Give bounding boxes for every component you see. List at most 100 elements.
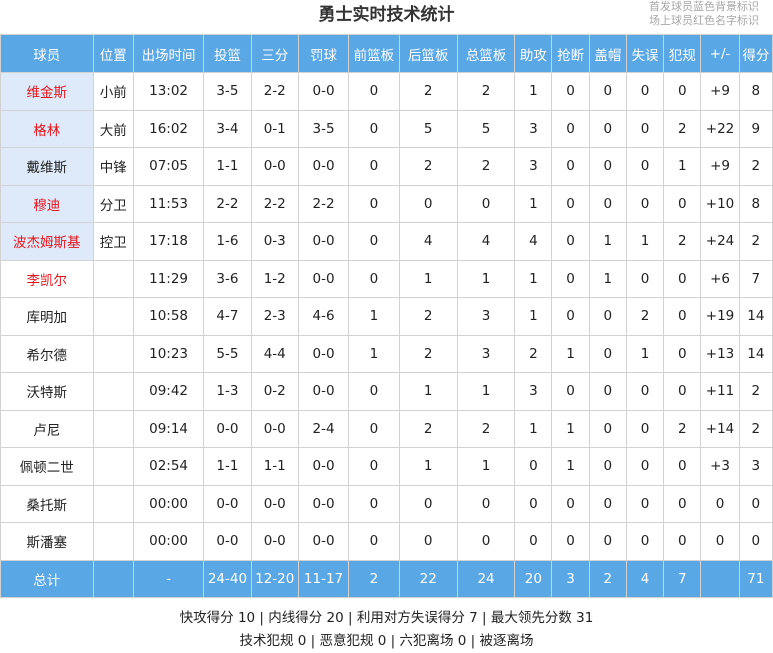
- stat-pos: 控卫: [92, 222, 134, 261]
- totals-fg: 24-40: [203, 559, 252, 598]
- legend: 首发球员蓝色背景标识 场上球员红色名字标识: [649, 0, 759, 28]
- stat-blk: 0: [588, 109, 627, 148]
- stat-fg: 3-5: [203, 72, 252, 111]
- stat-pf: 0: [663, 297, 702, 336]
- totals-min: -: [132, 559, 205, 598]
- player-name[interactable]: 格林: [0, 109, 94, 148]
- stat-pos: [92, 372, 134, 411]
- stat-min: 10:58: [132, 297, 205, 336]
- stat-pos: [92, 259, 134, 298]
- stat-dreb: 2: [398, 72, 458, 111]
- title-bar: 勇士实时技术统计 首发球员蓝色背景标识 场上球员红色名字标识: [0, 0, 773, 34]
- stat-fg: 0-0: [203, 484, 252, 523]
- stat-min: 10:23: [132, 334, 205, 373]
- stat-pts: 7: [738, 259, 773, 298]
- stat-min: 07:05: [132, 147, 205, 186]
- stat-fg: 1-6: [203, 222, 252, 261]
- stat-stl: 0: [551, 222, 590, 261]
- stat-tov: 0: [625, 184, 665, 223]
- stat-tov: 0: [625, 447, 665, 486]
- totals-row: 总计 - 24-40 12-20 11-17 2 22 24 20 3 2 4 …: [0, 559, 773, 598]
- player-name[interactable]: 斯潘塞: [0, 522, 94, 561]
- stat-fg: 3-4: [203, 109, 252, 148]
- stat-ast: 3: [514, 109, 553, 148]
- stat-pf: 0: [663, 447, 702, 486]
- player-name[interactable]: 希尔德: [0, 334, 94, 373]
- stat-dreb: 2: [398, 334, 458, 373]
- stat-pm: +19: [700, 297, 740, 336]
- stat-fg: 1-3: [203, 372, 252, 411]
- stat-ft: 2-4: [297, 409, 350, 448]
- player-name[interactable]: 波杰姆斯基: [0, 222, 94, 261]
- col-header: 盖帽: [588, 34, 627, 73]
- stat-pf: 2: [663, 222, 702, 261]
- player-name[interactable]: 佩顿二世: [0, 447, 94, 486]
- stat-blk: 0: [588, 447, 627, 486]
- stat-tp: 2-2: [250, 72, 299, 111]
- player-name[interactable]: 李凯尔: [0, 259, 94, 298]
- stat-ft: 0-0: [297, 522, 350, 561]
- col-header: 出场时间: [132, 34, 205, 73]
- player-row: 格林 大前 16:02 3-4 0-1 3-5 0 5 5 3 0 0 0 2 +22 9: [0, 109, 773, 148]
- col-header: 前篮板: [348, 34, 400, 73]
- stat-pts: 8: [738, 184, 773, 223]
- player-row: 库明加 10:58 4-7 2-3 4-6 1 2 3 1 0 0 2 0 +19 14: [0, 297, 773, 336]
- stat-dreb: 4: [398, 222, 458, 261]
- stat-dreb: 2: [398, 297, 458, 336]
- stat-pm: +3: [700, 447, 740, 486]
- stat-tov: 0: [625, 409, 665, 448]
- stat-stl: 0: [551, 147, 590, 186]
- player-name[interactable]: 维金斯: [0, 72, 94, 111]
- stat-pm: +22: [700, 109, 740, 148]
- stat-tov: 1: [625, 222, 665, 261]
- stat-tov: 0: [625, 147, 665, 186]
- stat-tov: 0: [625, 522, 665, 561]
- col-header: 三分: [250, 34, 299, 73]
- totals-pm: [700, 559, 740, 598]
- stat-pts: 2: [738, 372, 773, 411]
- player-row: 佩顿二世 02:54 1-1 1-1 0-0 0 1 1 0 1 0 0 0 +3 3: [0, 447, 773, 486]
- stat-ast: 1: [514, 184, 553, 223]
- stat-reb: 0: [456, 484, 516, 523]
- stat-ft: 4-6: [297, 297, 350, 336]
- stat-ft: 0-0: [297, 222, 350, 261]
- player-name[interactable]: 戴维斯: [0, 147, 94, 186]
- totals-oreb: 2: [348, 559, 400, 598]
- stat-min: 11:53: [132, 184, 205, 223]
- stat-blk: 0: [588, 522, 627, 561]
- stat-pts: 8: [738, 72, 773, 111]
- stat-dreb: 2: [398, 409, 458, 448]
- stat-ast: 3: [514, 372, 553, 411]
- stat-pf: 0: [663, 522, 702, 561]
- stat-dreb: 1: [398, 447, 458, 486]
- stat-reb: 0: [456, 184, 516, 223]
- stat-pf: 0: [663, 372, 702, 411]
- stat-tov: 0: [625, 259, 665, 298]
- stat-pts: 2: [738, 409, 773, 448]
- stat-tp: 1-1: [250, 447, 299, 486]
- stat-stl: 0: [551, 522, 590, 561]
- player-name[interactable]: 桑托斯: [0, 484, 94, 523]
- stat-pm: 0: [700, 484, 740, 523]
- stat-blk: 0: [588, 147, 627, 186]
- stat-blk: 1: [588, 259, 627, 298]
- stat-min: 02:54: [132, 447, 205, 486]
- stat-dreb: 0: [398, 184, 458, 223]
- stat-pos: 中锋: [92, 147, 134, 186]
- player-name[interactable]: 库明加: [0, 297, 94, 336]
- stat-min: 13:02: [132, 72, 205, 111]
- stat-pf: 0: [663, 184, 702, 223]
- totals-label: 总计: [0, 559, 94, 598]
- stat-stl: 1: [551, 447, 590, 486]
- stat-ft: 3-5: [297, 109, 350, 148]
- player-name[interactable]: 沃特斯: [0, 372, 94, 411]
- player-name[interactable]: 穆迪: [0, 184, 94, 223]
- col-header: 球员: [0, 34, 94, 73]
- totals-reb: 24: [456, 559, 516, 598]
- stat-ast: 1: [514, 259, 553, 298]
- player-name[interactable]: 卢尼: [0, 409, 94, 448]
- stat-oreb: 1: [348, 334, 400, 373]
- stat-tp: 0-0: [250, 409, 299, 448]
- stat-stl: 0: [551, 259, 590, 298]
- stat-dreb: 2: [398, 147, 458, 186]
